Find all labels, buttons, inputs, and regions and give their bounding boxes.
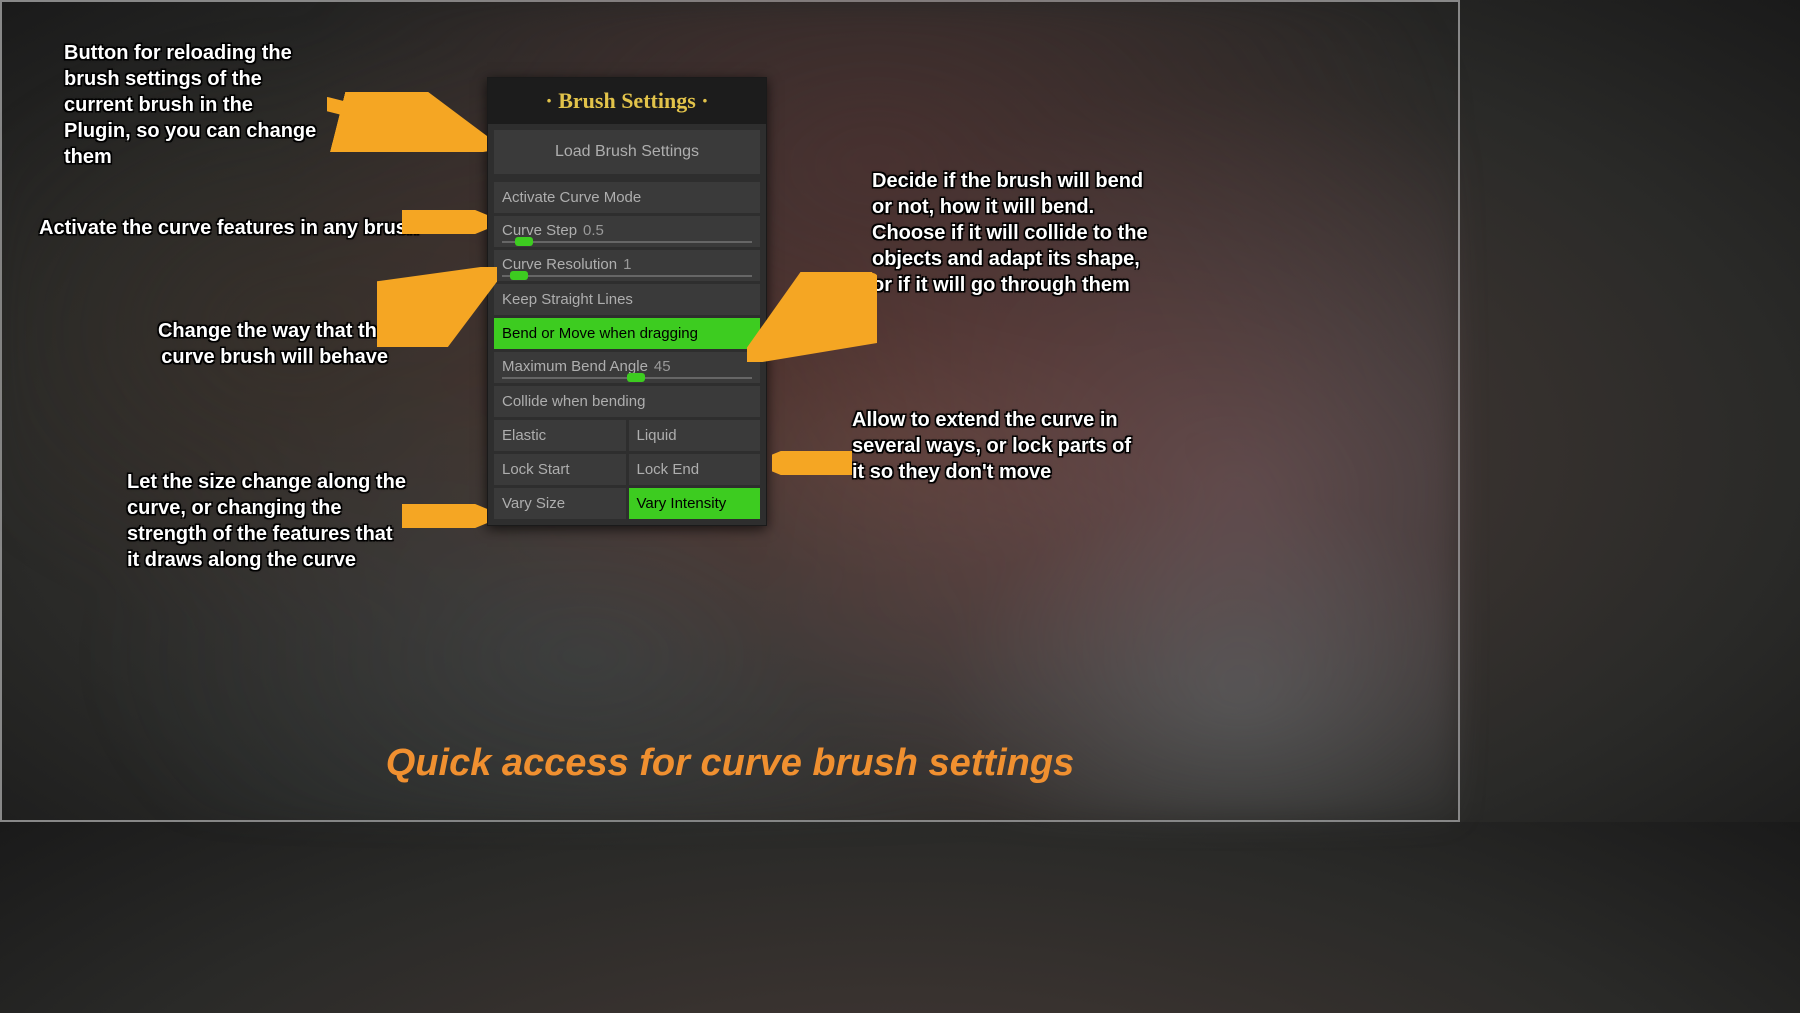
slider-thumb[interactable] xyxy=(510,271,528,280)
bend-or-move-button[interactable]: Bend or Move when dragging xyxy=(494,318,760,349)
annotation-behave: Change the way that the curve brush will… xyxy=(128,318,388,370)
vary-size-button[interactable]: Vary Size xyxy=(494,488,626,519)
annotation-vary: Let the size change along the curve, or … xyxy=(127,469,407,573)
curve-step-value: 0.5 xyxy=(583,222,604,239)
activate-curve-mode-button[interactable]: Activate Curve Mode xyxy=(494,182,760,213)
arrow-icon xyxy=(402,210,487,234)
annotation-reload: Button for reloading the brush settings … xyxy=(64,40,324,170)
arrow-icon xyxy=(747,272,877,362)
liquid-button[interactable]: Liquid xyxy=(629,420,761,451)
footer-title: Quick access for curve brush settings xyxy=(2,742,1458,785)
annotation-extend: Allow to extend the curve in several way… xyxy=(852,407,1142,485)
load-brush-settings-button[interactable]: Load Brush Settings xyxy=(494,130,760,174)
brush-settings-panel: · Brush Settings · Load Brush Settings A… xyxy=(487,77,767,526)
max-bend-angle-value: 45 xyxy=(654,358,671,375)
arrow-icon xyxy=(402,504,487,528)
slider-thumb[interactable] xyxy=(627,373,645,382)
arrow-icon xyxy=(377,267,497,347)
annotation-bend: Decide if the brush will bend or not, ho… xyxy=(872,168,1152,298)
slider-thumb[interactable] xyxy=(515,237,533,246)
curve-resolution-value: 1 xyxy=(623,256,631,273)
max-bend-angle-label: Maximum Bend Angle xyxy=(502,358,648,375)
lock-end-button[interactable]: Lock End xyxy=(629,454,761,485)
vary-intensity-button[interactable]: Vary Intensity xyxy=(629,488,761,519)
annotation-activate: Activate the curve features in any brush xyxy=(39,215,419,241)
arrow-icon xyxy=(772,451,852,475)
curve-resolution-slider[interactable]: Curve Resolution 1 xyxy=(494,250,760,281)
elastic-button[interactable]: Elastic xyxy=(494,420,626,451)
panel-title: · Brush Settings · xyxy=(488,78,766,124)
curve-step-slider[interactable]: Curve Step 0.5 xyxy=(494,216,760,247)
collide-when-bending-button[interactable]: Collide when bending xyxy=(494,386,760,417)
max-bend-angle-slider[interactable]: Maximum Bend Angle 45 xyxy=(494,352,760,383)
keep-straight-lines-button[interactable]: Keep Straight Lines xyxy=(494,284,760,315)
lock-start-button[interactable]: Lock Start xyxy=(494,454,626,485)
arrow-icon xyxy=(327,92,487,152)
curve-step-label: Curve Step xyxy=(502,222,577,239)
